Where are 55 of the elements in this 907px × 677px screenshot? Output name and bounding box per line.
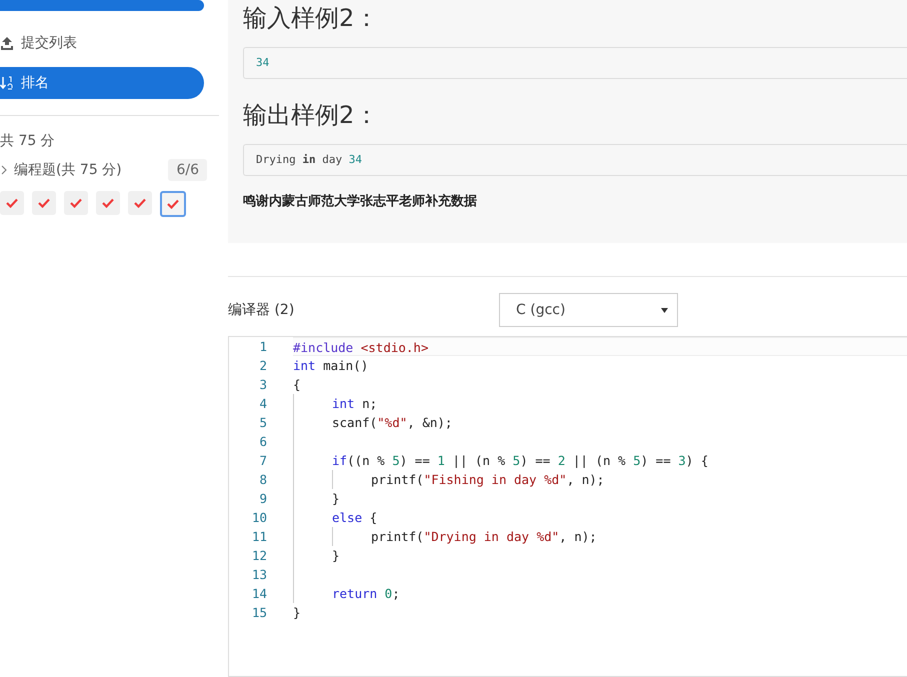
code-line: } [293, 546, 907, 565]
line-number: 15 [250, 604, 268, 622]
nav-item[interactable]: 提交列表 [0, 27, 204, 59]
line-number: 5 [258, 414, 268, 432]
sample-code: 34 [243, 47, 907, 79]
line-number: 2 [258, 357, 268, 375]
line-number: 7 [258, 452, 268, 470]
sort-icon [0, 76, 14, 90]
problem-button[interactable] [32, 191, 56, 215]
dropdown-caret-icon [661, 308, 668, 312]
check-icon [70, 198, 82, 208]
check-icon [167, 199, 179, 209]
code-line: printf("Drying in day %d", n); [293, 527, 907, 546]
code-line: int main() [293, 357, 370, 375]
check-icon [134, 198, 146, 208]
problem-button[interactable] [0, 191, 24, 215]
problem-button[interactable] [64, 191, 88, 215]
problem-button[interactable] [128, 191, 152, 215]
upload-icon [0, 36, 14, 50]
line-number: 3 [258, 376, 268, 394]
code-line: if((n % 5) == 1 || (n % 5) == 2 || (n % 5) == 3) { [293, 451, 907, 470]
code-line: } [293, 604, 302, 622]
acknowledgement-text: 鸣谢内蒙古师范大学张志平老师补充数据 [243, 192, 478, 210]
code-line: { [293, 376, 302, 394]
line-number: 4 [258, 395, 268, 413]
compiler-select[interactable]: C (gcc) [499, 293, 678, 327]
count-badge: 6/6 [168, 159, 207, 181]
problem-button[interactable] [96, 191, 120, 215]
check-icon [38, 198, 50, 208]
line-number: 10 [250, 509, 268, 527]
sample-heading: 输入样例2： [243, 3, 380, 34]
problem-button[interactable] [160, 191, 186, 217]
section-title[interactable]: 编程题(共 75 分) [14, 161, 168, 179]
total-score: 共 75 分 [0, 132, 56, 150]
code-line: scanf("%d", &n); [293, 413, 907, 432]
line-number: 6 [258, 433, 268, 451]
line-number: 11 [250, 528, 268, 546]
check-icon [102, 198, 114, 208]
check-icon [6, 198, 18, 208]
code-line: return 0; [293, 584, 907, 603]
code-line: else { [293, 508, 907, 527]
line-number: 13 [250, 566, 268, 584]
sample-code: Drying in day 34 [243, 144, 907, 176]
line-number: 14 [250, 585, 268, 603]
line-number: 12 [250, 547, 268, 565]
nav-item[interactable]: 排名 [0, 67, 204, 99]
code-line: printf("Fishing in day %d", n); [293, 470, 907, 489]
code-line: int n; [293, 394, 907, 413]
code-line: } [293, 489, 907, 508]
chevron-right-icon[interactable] [0, 165, 8, 175]
sample-heading: 输出样例2： [243, 100, 380, 131]
line-number: 8 [258, 471, 268, 489]
line-number: 1 [258, 338, 268, 356]
line-number: 9 [258, 490, 268, 508]
compiler-label: 编译器 (2) [228, 301, 296, 319]
